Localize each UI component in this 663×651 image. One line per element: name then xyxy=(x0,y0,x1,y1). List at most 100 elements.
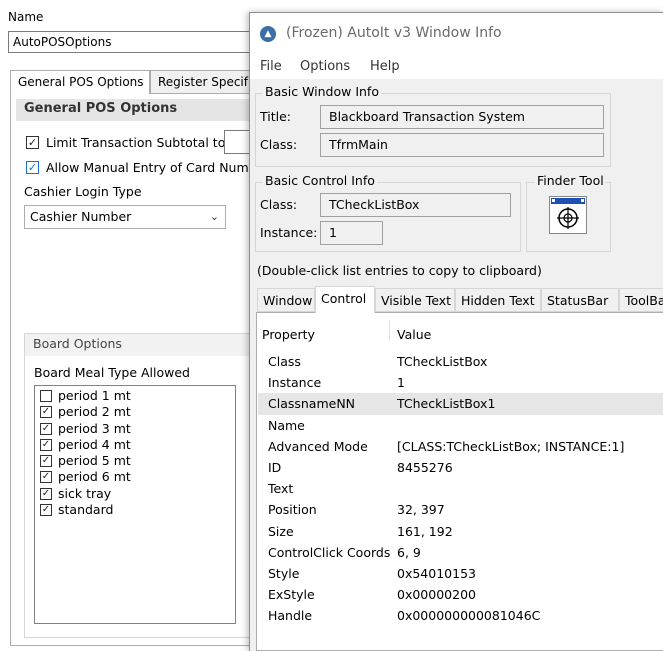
property-name: Text xyxy=(268,481,294,497)
tab-visible-text[interactable]: Visible Text xyxy=(375,288,455,312)
property-name: Name xyxy=(268,417,305,433)
list-item[interactable]: period 1 mt xyxy=(39,388,231,404)
control-class-field[interactable]: TCheckListBox xyxy=(320,193,511,217)
cashier-login-select[interactable]: Cashier Number ⌄ xyxy=(24,205,226,229)
table-row[interactable]: Style 0x54010153 xyxy=(258,563,663,584)
basic-window-info-label: Basic Window Info xyxy=(263,84,381,99)
autoit-logo-icon: ▲ xyxy=(260,26,276,42)
list-item[interactable]: ✓ period 2 mt xyxy=(39,404,231,420)
menu-options[interactable]: Options xyxy=(300,59,350,74)
basic-control-info-label: Basic Control Info xyxy=(263,173,377,188)
menu-bar: File Options Help xyxy=(250,55,663,79)
instance-field[interactable]: 1 xyxy=(320,221,383,245)
property-name: Handle xyxy=(268,608,313,624)
list-item-checkbox[interactable]: ✓ xyxy=(40,422,52,435)
menu-help[interactable]: Help xyxy=(370,59,400,74)
board-meal-type-label: Board Meal Type Allowed xyxy=(34,365,190,380)
board-options-header: Board Options xyxy=(25,334,255,356)
list-item-checkbox[interactable]: ✓ xyxy=(40,438,52,451)
list-item-label: period 3 mt xyxy=(58,420,131,436)
property-name: Style xyxy=(268,566,300,581)
class-label: Class: xyxy=(260,137,298,152)
allow-manual-entry-label: Allow Manual Entry of Card Numbe xyxy=(46,160,265,175)
tab-statusbar[interactable]: StatusBar xyxy=(541,288,619,312)
list-item-checkbox[interactable]: ✓ xyxy=(40,455,52,468)
info-tab-strip: Window Control Visible Text Hidden Text … xyxy=(257,286,663,313)
table-row[interactable]: ID 8455276 xyxy=(258,457,663,478)
property-value: 0x54010153 xyxy=(397,566,476,581)
tab-general-pos-options[interactable]: General POS Options xyxy=(10,70,150,94)
list-item[interactable]: ✓ period 4 mt xyxy=(39,437,231,453)
list-item[interactable]: ✓ period 6 mt xyxy=(39,469,231,485)
list-item-label: period 1 mt xyxy=(58,388,131,403)
instance-label: Instance: xyxy=(260,225,318,240)
window-class-field[interactable]: TfrmMain xyxy=(320,133,604,157)
limit-subtotal-checkbox[interactable]: ✓ xyxy=(26,136,39,149)
allow-manual-entry-checkbox[interactable]: ✓ xyxy=(26,161,39,174)
name-input[interactable]: AutoPOSOptions xyxy=(8,31,254,53)
list-item-label: period 4 mt xyxy=(58,436,131,452)
property-name: Size xyxy=(268,523,294,539)
column-divider xyxy=(389,320,390,341)
list-item-label: period 2 mt xyxy=(58,404,131,420)
list-item-checkbox[interactable]: ✓ xyxy=(40,487,52,500)
property-value: 1 xyxy=(397,375,405,391)
tab-control[interactable]: Control xyxy=(315,286,375,313)
finder-crosshair-icon[interactable] xyxy=(549,196,587,234)
table-row[interactable]: Class TCheckListBox xyxy=(258,351,663,372)
property-name: Instance xyxy=(268,375,322,391)
list-item-label: period 6 mt xyxy=(58,469,131,485)
board-meal-type-list[interactable]: period 1 mt ✓ period 2 mt ✓ period 3 mt ✓ peri… xyxy=(34,385,236,624)
cashier-login-value: Cashier Number xyxy=(30,209,132,224)
list-item-checkbox[interactable]: ✓ xyxy=(40,504,52,517)
list-item-checkbox[interactable]: ✓ xyxy=(40,406,52,419)
chevron-down-icon: ⌄ xyxy=(209,210,219,223)
table-row[interactable]: Text xyxy=(258,478,663,499)
table-row[interactable]: Advanced Mode [CLASS:TCheckListBox; INSTA… xyxy=(258,436,663,457)
property-value: TCheckListBox xyxy=(397,354,488,369)
column-header-property[interactable]: Property xyxy=(262,327,315,342)
tab-register-specific[interactable]: Register Specif xyxy=(150,70,260,94)
table-row[interactable]: Instance 1 xyxy=(258,372,663,393)
name-label: Name xyxy=(8,10,44,24)
property-name: ID xyxy=(268,460,282,475)
title-bar: ▲ (Frozen) AutoIt v3 Window Info xyxy=(250,13,663,55)
general-pos-section-header: General POS Options xyxy=(16,99,256,121)
table-row[interactable]: ClassnameNN TCheckListBox1 xyxy=(258,393,663,415)
table-row[interactable]: Size 161, 192 xyxy=(258,521,663,542)
limit-subtotal-label: Limit Transaction Subtotal to xyxy=(46,135,226,150)
property-value: [CLASS:TCheckListBox; INSTANCE:1] xyxy=(397,438,625,454)
list-item-checkbox[interactable]: ✓ xyxy=(40,471,52,484)
list-item-checkbox[interactable] xyxy=(40,390,52,402)
list-item[interactable]: ✓ sick tray xyxy=(39,486,231,502)
property-value: 161, 192 xyxy=(397,523,453,539)
property-name: ExStyle xyxy=(268,587,315,603)
cashier-login-label: Cashier Login Type xyxy=(24,184,142,199)
table-row[interactable]: ControlClick Coords 6, 9 xyxy=(258,542,663,563)
property-name: ClassnameNN xyxy=(268,396,356,412)
property-name: ControlClick Coords xyxy=(268,544,391,560)
list-item[interactable]: ✓ period 3 mt xyxy=(39,421,231,437)
title-field[interactable]: Blackboard Transaction System xyxy=(320,105,604,129)
column-header-value[interactable]: Value xyxy=(397,327,431,342)
list-item-label: sick tray xyxy=(58,485,112,501)
table-row[interactable]: Handle 0x000000000081046C xyxy=(258,605,663,626)
list-item-label: standard xyxy=(58,502,114,518)
window-title: (Frozen) AutoIt v3 Window Info xyxy=(286,25,502,41)
control-class-label: Class: xyxy=(260,197,298,212)
list-item[interactable]: ✓ standard xyxy=(39,502,231,518)
copy-hint-text: (Double-click list entries to copy to cl… xyxy=(257,263,542,278)
table-row[interactable]: Position 32, 397 xyxy=(258,499,663,520)
pos-tab-strip: General POS Options Register Specif xyxy=(10,70,260,94)
title-label: Title: xyxy=(260,109,291,124)
tab-hidden-text[interactable]: Hidden Text xyxy=(455,288,541,312)
list-item[interactable]: ✓ period 5 mt xyxy=(39,453,231,469)
property-name: Advanced Mode xyxy=(268,438,368,454)
table-row[interactable]: Name xyxy=(258,415,663,436)
table-row[interactable]: ExStyle 0x00000200 xyxy=(258,584,663,605)
tab-window[interactable]: Window xyxy=(257,288,315,312)
menu-file[interactable]: File xyxy=(260,59,282,74)
finder-tool-label: Finder Tool xyxy=(535,173,606,188)
property-value: TCheckListBox1 xyxy=(397,396,496,412)
tab-toolbar[interactable]: ToolBa xyxy=(619,288,663,312)
